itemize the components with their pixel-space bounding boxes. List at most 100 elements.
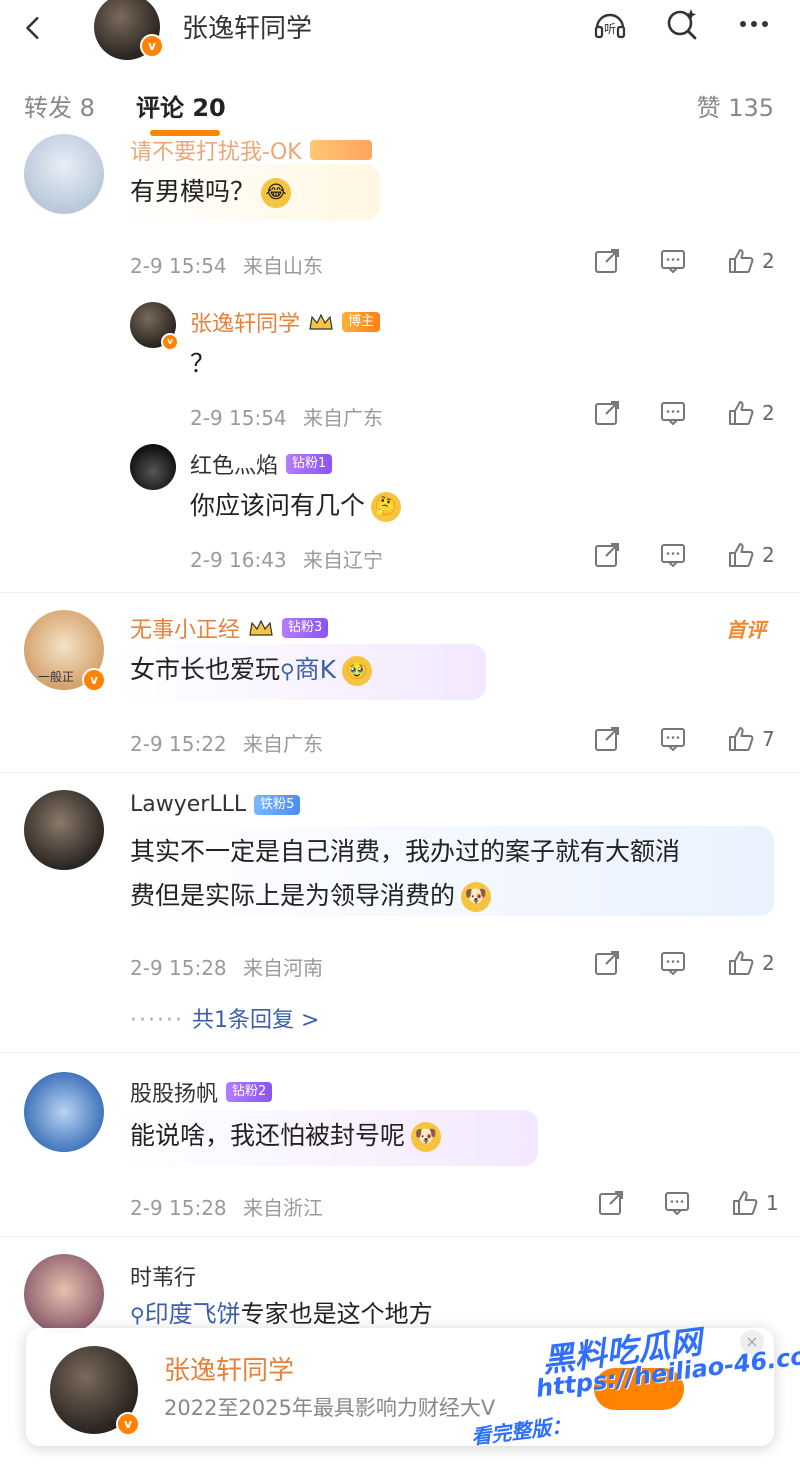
like-button[interactable] <box>726 540 756 570</box>
like-button[interactable] <box>726 724 756 754</box>
verified-badge-icon: v <box>140 34 164 58</box>
comment-time: 2-9 15:28 <box>130 1196 227 1220</box>
tab-bar: 转发 8 评论 20 赞 135 <box>0 64 800 142</box>
watermark-tag: 看完整版： <box>469 1413 573 1450</box>
reply-text-content: 你应该问有几个 <box>190 491 366 520</box>
search-link-text: 印度飞饼 <box>144 1300 241 1328</box>
comment-author[interactable]: 无事小正经 <box>130 612 240 644</box>
share-icon <box>595 727 619 751</box>
reply-text: ？ <box>190 349 216 378</box>
thumbs-up-icon <box>729 543 754 567</box>
comment-time: 2-9 15:28 <box>130 956 227 980</box>
fan-badge: 钻粉3 <box>282 618 329 638</box>
search-small-icon: ⚲ <box>130 1303 145 1327</box>
back-button[interactable] <box>12 6 56 50</box>
divider <box>0 1236 800 1237</box>
listen-icon: 听 <box>594 13 626 39</box>
comment-author-row: 股股扬帆 钻粉2 <box>130 1076 273 1108</box>
comment-text: 能说啥，我还怕被封号呢 🐶 <box>130 1114 442 1158</box>
like-count: 2 <box>762 951 775 975</box>
reply-button[interactable] <box>658 398 688 428</box>
verified-badge-icon: v <box>161 333 179 351</box>
reply-avatar[interactable] <box>130 444 176 490</box>
divider <box>0 592 800 593</box>
comment-icon <box>661 952 685 976</box>
reply-time: 2-9 16:43 <box>190 548 287 572</box>
comment-author[interactable]: 时苇行 <box>130 1260 196 1292</box>
share-button[interactable] <box>592 948 622 978</box>
comment-icon <box>661 402 685 426</box>
comment-avatar[interactable] <box>24 134 104 214</box>
comment-text: 有男模吗？ 😂 <box>130 170 292 214</box>
comment-author[interactable]: LawyerLLL <box>130 792 246 817</box>
share-icon <box>595 249 619 273</box>
thumbs-up-icon <box>729 951 754 975</box>
view-replies-text: 共1条回复 > <box>191 1008 320 1033</box>
crying-emoji-icon: 🥹 <box>342 656 373 686</box>
doge-emoji-icon: 🐶 <box>411 1122 442 1152</box>
share-button[interactable] <box>596 1188 626 1218</box>
comment-avatar[interactable] <box>24 1072 104 1152</box>
like-button[interactable] <box>726 246 756 276</box>
like-count: 2 <box>762 401 775 425</box>
comment-text-content: 有男模吗？ <box>130 177 256 206</box>
fan-badge: 钻粉2 <box>226 1082 273 1102</box>
comment-avatar[interactable] <box>24 1254 104 1334</box>
listen-button[interactable]: 听 <box>586 4 634 44</box>
account-name[interactable]: 张逸轩同学 <box>182 8 312 45</box>
reply-meta: 2-9 16:43 来自辽宁 <box>190 544 383 573</box>
comment-author-row: LawyerLLL 铁粉5 <box>130 792 301 817</box>
share-button[interactable] <box>592 540 622 570</box>
share-icon <box>595 951 619 975</box>
comment-author[interactable]: 请不要打扰我-OK <box>130 134 302 166</box>
comment-author[interactable]: 股股扬帆 <box>130 1076 218 1108</box>
reply-avatar[interactable]: v <box>130 302 179 351</box>
comment-text-content: 费但是实际上是为领导消费的 <box>130 881 456 910</box>
comment-time: 2-9 15:22 <box>130 732 227 756</box>
comment-author-row: 请不要打扰我-OK <box>130 134 372 166</box>
comment-avatar[interactable]: 一般正 v <box>24 610 106 692</box>
search-link[interactable]: ⚲商K <box>280 655 336 684</box>
reply-button[interactable] <box>658 246 688 276</box>
thumbs-up-icon <box>733 1191 758 1215</box>
reply-button[interactable] <box>658 724 688 754</box>
comment-avatar[interactable] <box>24 790 104 870</box>
reply-actions: 2 <box>592 540 780 570</box>
view-replies-link[interactable]: ······ 共1条回复 > <box>130 1002 319 1034</box>
reply-button[interactable] <box>658 540 688 570</box>
comment-meta: 2-9 15:28 来自浙江 <box>130 1192 323 1221</box>
tab-comment[interactable]: 评论 20 <box>136 88 226 123</box>
thumbs-up-icon <box>729 727 754 751</box>
tab-repost[interactable]: 转发 8 <box>24 88 95 123</box>
reply-author[interactable]: 红色灬焰 <box>190 448 278 480</box>
tab-like[interactable]: 赞 135 <box>697 88 774 123</box>
listen-label: 听 <box>604 22 616 36</box>
account-avatar[interactable]: v <box>94 0 164 60</box>
card-name[interactable]: 张逸轩同学 <box>164 1350 294 1387</box>
like-button[interactable] <box>726 948 756 978</box>
reply-author-row: 红色灬焰 钻粉1 <box>190 448 333 480</box>
share-icon <box>595 401 619 425</box>
search-link[interactable]: ⚲印度飞饼 <box>130 1300 241 1328</box>
reply-button[interactable] <box>662 1188 692 1218</box>
search-button[interactable] <box>658 4 706 44</box>
comment-text-content: 专家也是这个地方 <box>240 1300 433 1328</box>
share-button[interactable] <box>592 398 622 428</box>
back-arrow-icon <box>26 16 39 40</box>
reply-author[interactable]: 张逸轩同学 <box>190 306 300 338</box>
reply-button[interactable] <box>658 948 688 978</box>
verified-badge-icon: v <box>116 1412 140 1436</box>
like-button[interactable] <box>730 1188 760 1218</box>
more-button[interactable] <box>730 4 778 44</box>
crown-icon <box>249 619 273 636</box>
share-button[interactable] <box>592 246 622 276</box>
card-avatar[interactable]: v <box>50 1346 140 1436</box>
replies-dots: ······ <box>130 1008 184 1033</box>
like-button[interactable] <box>726 398 756 428</box>
share-button[interactable] <box>592 724 622 754</box>
comment-actions: 2 <box>592 948 780 978</box>
reply-meta: 2-9 15:54 来自广东 <box>190 402 383 431</box>
comment-text-line: 其实不一定是自己消费，我办过的案子就有大额消 <box>130 837 681 866</box>
comment-location: 来自浙江 <box>243 1196 324 1220</box>
share-icon <box>599 1191 623 1215</box>
